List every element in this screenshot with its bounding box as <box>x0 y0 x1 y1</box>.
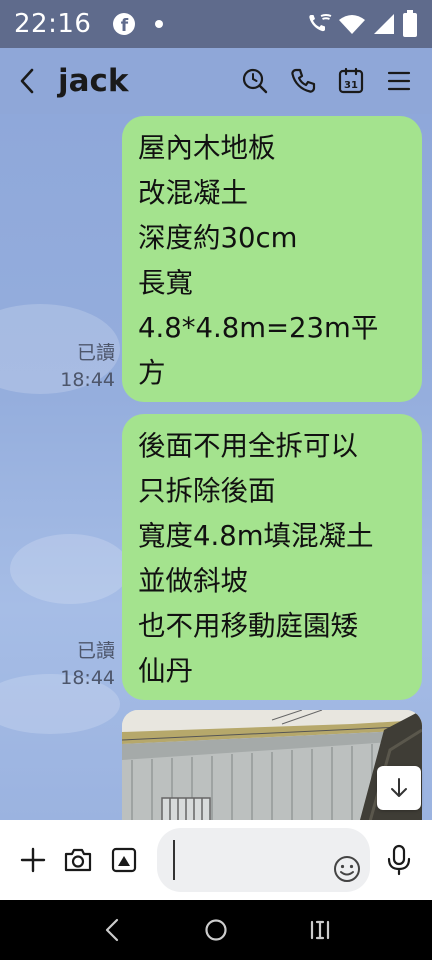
message-line: 寬度4.8m填混凝土 <box>138 520 374 552</box>
camera-button[interactable] <box>62 843 96 877</box>
chevron-left-icon <box>20 68 34 94</box>
message-line: 只拆除後面 <box>138 475 276 507</box>
status-time: 22:16 <box>14 9 92 39</box>
message-field[interactable] <box>156 828 371 892</box>
nav-recents-icon <box>310 920 330 940</box>
search-history-icon <box>242 68 268 94</box>
nav-recents-button[interactable] <box>300 910 340 950</box>
message-line: 屋內木地板 <box>138 132 276 164</box>
wifi-icon <box>339 15 365 34</box>
status-icons <box>306 10 418 38</box>
camera-icon <box>65 848 92 872</box>
message-time: 18:44 <box>60 667 115 689</box>
message-input[interactable] <box>170 840 331 880</box>
message-line: 仙丹 <box>138 655 193 687</box>
microphone-icon <box>388 844 411 876</box>
nav-back-button[interactable] <box>92 910 132 950</box>
nav-home-button[interactable] <box>196 910 236 950</box>
menu-icon <box>387 71 411 91</box>
back-button[interactable] <box>18 61 46 101</box>
scroll-to-bottom-button[interactable] <box>377 766 421 810</box>
add-button[interactable] <box>16 843 50 877</box>
call-button[interactable] <box>288 66 318 96</box>
read-receipt: 已讀 <box>76 342 115 364</box>
notification-dot <box>155 20 164 28</box>
calendar-day: 31 <box>344 80 358 91</box>
calendar-icon: 31 <box>338 67 364 94</box>
background-cloud <box>10 534 130 604</box>
facebook-icon: f <box>113 13 136 35</box>
message-line: 長寬 <box>138 267 193 299</box>
menu-button[interactable] <box>384 66 414 96</box>
header-actions: 31 <box>240 66 414 96</box>
system-nav-bar <box>0 900 432 960</box>
chat-area[interactable]: 屋內木地板 改混凝土 深度約30cm 長寬 4.8*4.8m=23m平 方 已讀… <box>0 114 432 820</box>
message-bubble[interactable]: 後面不用全拆可以 只拆除後面 寬度4.8m填混凝土 並做斜坡 也不用移動庭園矮 … <box>122 414 422 700</box>
message-line: 後面不用全拆可以 <box>138 430 358 462</box>
text-cursor <box>172 840 175 880</box>
phone-icon <box>291 68 316 93</box>
message-meta: 已讀 18:44 <box>15 340 115 394</box>
plus-icon <box>20 847 45 873</box>
message-bubble[interactable]: 屋內木地板 改混凝土 深度約30cm 長寬 4.8*4.8m=23m平 方 <box>122 116 422 402</box>
message-line: 深度約30cm <box>138 222 298 254</box>
battery-icon <box>403 10 417 37</box>
message-line: 也不用移動庭園矮 <box>138 610 358 642</box>
nav-home-icon <box>205 919 227 941</box>
search-history-button[interactable] <box>240 66 270 96</box>
nav-back-icon <box>105 918 119 942</box>
message-input-bar <box>0 820 432 900</box>
calendar-button[interactable]: 31 <box>336 66 366 96</box>
message-line: 4.8*4.8m=23m平 <box>138 312 379 344</box>
chat-header: jack 31 <box>0 48 432 114</box>
wifi-call-icon <box>309 14 332 32</box>
voice-button[interactable] <box>382 843 416 877</box>
image-icon <box>111 847 137 873</box>
message-line: 並做斜坡 <box>138 565 248 597</box>
message-time: 18:44 <box>60 369 115 391</box>
read-receipt: 已讀 <box>76 640 115 662</box>
image-button[interactable] <box>107 843 141 877</box>
signal-icon <box>374 14 394 34</box>
arrow-down-icon <box>391 778 407 797</box>
chat-title: jack <box>58 63 129 99</box>
message-meta: 已讀 18:44 <box>15 638 115 692</box>
status-bar: 22:16 f <box>0 0 432 48</box>
emoji-icon[interactable] <box>332 854 362 884</box>
message-line: 方 <box>138 357 166 389</box>
message-line: 改混凝土 <box>138 177 248 209</box>
